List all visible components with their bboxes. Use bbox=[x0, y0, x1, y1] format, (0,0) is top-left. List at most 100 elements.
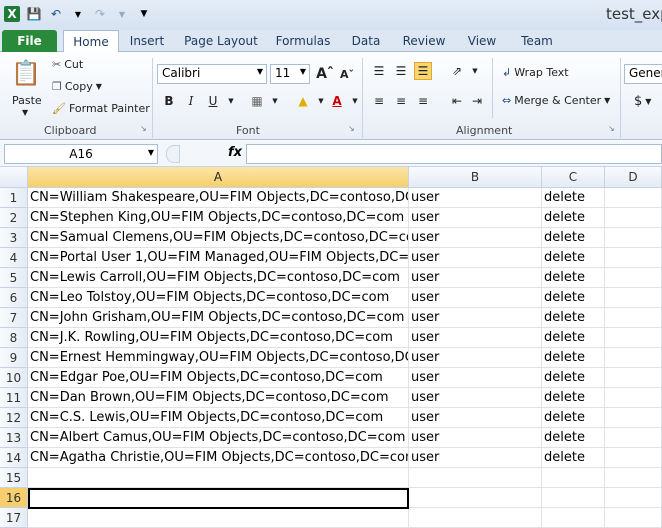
borders-icon[interactable]: ▦ bbox=[248, 92, 266, 110]
column-header-c[interactable]: C bbox=[542, 167, 605, 188]
tab-page-layout[interactable]: Page Layout bbox=[180, 30, 262, 52]
currency-dropdown-icon[interactable]: ▼ bbox=[645, 97, 651, 106]
align-top-icon[interactable]: ☰ bbox=[370, 62, 388, 80]
cell[interactable]: delete bbox=[542, 288, 605, 308]
alignment-dialog-launcher-icon[interactable]: ↘ bbox=[608, 124, 615, 133]
cell[interactable]: CN=Ernest Hemmingway,OU=FIM Objects,DC=c… bbox=[28, 348, 409, 368]
cut-button[interactable]: ✂ Cut bbox=[52, 58, 83, 71]
cell[interactable]: delete bbox=[542, 448, 605, 468]
redo-icon[interactable]: ↷ bbox=[92, 6, 108, 22]
grow-font-icon[interactable]: Aˆ bbox=[316, 65, 334, 83]
row-header[interactable]: 9 bbox=[0, 348, 28, 368]
cell[interactable]: user bbox=[409, 448, 542, 468]
tab-data[interactable]: Data bbox=[346, 30, 386, 52]
formula-input[interactable] bbox=[246, 144, 662, 164]
number-format-combo[interactable]: Genera bbox=[624, 64, 662, 84]
paste-icon[interactable]: 📋 bbox=[11, 58, 41, 88]
row-header[interactable]: 10 bbox=[0, 368, 28, 388]
row-header[interactable]: 8 bbox=[0, 328, 28, 348]
select-all-corner[interactable] bbox=[0, 167, 28, 188]
cell[interactable]: user bbox=[409, 268, 542, 288]
align-bottom-icon[interactable]: ☰ bbox=[414, 62, 432, 80]
row-header[interactable]: 5 bbox=[0, 268, 28, 288]
orientation-icon[interactable]: ⇗ bbox=[448, 62, 466, 80]
active-cell-a16[interactable] bbox=[28, 488, 409, 509]
cell[interactable] bbox=[605, 508, 662, 528]
decrease-indent-icon[interactable]: ⇤ bbox=[448, 92, 466, 110]
currency-button[interactable]: $ ▼ bbox=[634, 94, 651, 109]
font-color-icon[interactable]: A bbox=[328, 92, 346, 110]
row-header[interactable]: 16 bbox=[0, 488, 28, 508]
cell[interactable] bbox=[542, 508, 605, 528]
tab-file[interactable]: File bbox=[2, 30, 57, 52]
cell[interactable]: CN=Samual Clemens,OU=FIM Objects,DC=cont… bbox=[28, 228, 409, 248]
row-header[interactable]: 12 bbox=[0, 408, 28, 428]
cell[interactable]: delete bbox=[542, 368, 605, 388]
customize-qat-icon[interactable]: ▼ bbox=[136, 6, 152, 22]
merge-center-button[interactable]: ⇔ Merge & Center ▼ bbox=[502, 94, 610, 107]
format-painter-button[interactable]: 🖌 Format Painter bbox=[52, 102, 150, 115]
italic-icon[interactable]: I bbox=[182, 92, 200, 110]
column-header-a[interactable]: A bbox=[28, 167, 409, 188]
cell[interactable] bbox=[605, 428, 662, 448]
cell[interactable]: delete bbox=[542, 308, 605, 328]
cell[interactable]: user bbox=[409, 228, 542, 248]
formula-bar-splitter[interactable] bbox=[166, 145, 180, 163]
row-header[interactable]: 15 bbox=[0, 468, 28, 488]
cell[interactable]: user bbox=[409, 308, 542, 328]
underline-icon[interactable]: U bbox=[204, 92, 222, 110]
cell[interactable]: CN=Lewis Carroll,OU=FIM Objects,DC=conto… bbox=[28, 268, 409, 288]
cell[interactable]: CN=Portal User 1,OU=FIM Managed,OU=FIM O… bbox=[28, 248, 409, 268]
cell[interactable] bbox=[542, 488, 605, 508]
cell[interactable]: CN=Agatha Christie,OU=FIM Objects,DC=con… bbox=[28, 448, 409, 468]
row-header[interactable]: 7 bbox=[0, 308, 28, 328]
cell[interactable]: delete bbox=[542, 188, 605, 208]
merge-dropdown-icon[interactable]: ▼ bbox=[604, 96, 610, 105]
cell[interactable]: delete bbox=[542, 228, 605, 248]
cell[interactable] bbox=[605, 268, 662, 288]
cell[interactable]: CN=C.S. Lewis,OU=FIM Objects,DC=contoso,… bbox=[28, 408, 409, 428]
cell[interactable] bbox=[605, 208, 662, 228]
row-header[interactable]: 14 bbox=[0, 448, 28, 468]
cell[interactable]: CN=Albert Camus,OU=FIM Objects,DC=contos… bbox=[28, 428, 409, 448]
tab-review[interactable]: Review bbox=[398, 30, 450, 52]
cell[interactable]: delete bbox=[542, 248, 605, 268]
copy-dropdown-icon[interactable]: ▼ bbox=[96, 82, 102, 91]
undo-dropdown-icon[interactable]: ▼ bbox=[70, 6, 86, 22]
bold-icon[interactable]: B bbox=[160, 92, 178, 110]
font-size-combo[interactable]: 11 ▼ bbox=[270, 64, 310, 84]
cell[interactable]: user bbox=[409, 408, 542, 428]
cell[interactable]: delete bbox=[542, 348, 605, 368]
cell[interactable] bbox=[605, 248, 662, 268]
cell[interactable] bbox=[409, 488, 542, 508]
align-middle-icon[interactable]: ☰ bbox=[392, 62, 410, 80]
cell[interactable]: user bbox=[409, 388, 542, 408]
cell[interactable]: user bbox=[409, 208, 542, 228]
cell[interactable]: CN=Dan Brown,OU=FIM Objects,DC=contoso,D… bbox=[28, 388, 409, 408]
cell[interactable] bbox=[605, 408, 662, 428]
cell[interactable] bbox=[28, 508, 409, 528]
redo-dropdown-icon[interactable]: ▼ bbox=[114, 6, 130, 22]
tab-home[interactable]: Home bbox=[63, 30, 119, 53]
cell[interactable] bbox=[605, 328, 662, 348]
cell[interactable]: user bbox=[409, 188, 542, 208]
row-header[interactable]: 17 bbox=[0, 508, 28, 528]
cell[interactable]: user bbox=[409, 248, 542, 268]
tab-insert[interactable]: Insert bbox=[124, 30, 170, 52]
cell[interactable] bbox=[605, 388, 662, 408]
cell[interactable]: CN=William Shakespeare,OU=FIM Objects,DC… bbox=[28, 188, 409, 208]
shrink-font-icon[interactable]: Aˇ bbox=[338, 65, 356, 83]
font-dialog-launcher-icon[interactable]: ↘ bbox=[348, 124, 355, 133]
cell[interactable]: delete bbox=[542, 208, 605, 228]
cell[interactable] bbox=[605, 188, 662, 208]
column-header-d[interactable]: D bbox=[605, 167, 662, 188]
cell[interactable]: user bbox=[409, 348, 542, 368]
cell[interactable] bbox=[605, 288, 662, 308]
row-header[interactable]: 4 bbox=[0, 248, 28, 268]
cell[interactable] bbox=[605, 488, 662, 508]
cell[interactable] bbox=[605, 348, 662, 368]
tab-formulas[interactable]: Formulas bbox=[270, 30, 336, 52]
orientation-dropdown-icon[interactable]: ▼ bbox=[466, 62, 484, 80]
align-center-icon[interactable]: ≡ bbox=[392, 92, 410, 110]
column-header-b[interactable]: B bbox=[409, 167, 542, 188]
